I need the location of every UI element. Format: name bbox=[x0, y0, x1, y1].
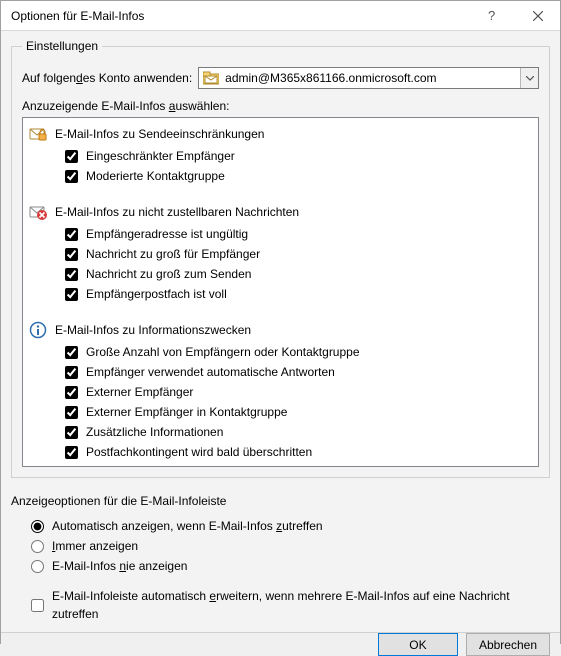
settings-group: Einstellungen Auf folgendes Konto anwend… bbox=[11, 39, 550, 478]
display-options: Anzeigeoptionen für die E-Mail-Infoleist… bbox=[11, 492, 550, 624]
svg-text:?: ? bbox=[488, 9, 495, 23]
option-checkbox[interactable] bbox=[65, 406, 78, 419]
option-label[interactable]: Eingeschränkter Empfänger bbox=[86, 147, 235, 165]
option-row: Eingeschränkter Empfänger bbox=[25, 146, 536, 166]
ok-button[interactable]: OK bbox=[378, 633, 458, 656]
option-row: Empfängeradresse ist ungültig bbox=[25, 224, 536, 244]
auto-expand-checkbox[interactable] bbox=[31, 599, 44, 612]
option-label[interactable]: Postfachkontingent wird bald überschritt… bbox=[86, 443, 312, 461]
error-icon bbox=[29, 203, 47, 221]
option-checkbox[interactable] bbox=[65, 268, 78, 281]
chevron-down-icon[interactable] bbox=[520, 68, 538, 88]
settings-legend: Einstellungen bbox=[22, 39, 102, 53]
option-label[interactable]: Nachricht zu groß zum Senden bbox=[86, 265, 251, 283]
window-title: Optionen für E-Mail-Infos bbox=[1, 9, 470, 23]
option-label[interactable]: Moderierte Kontaktgruppe bbox=[86, 167, 225, 185]
display-radio-row: E-Mail-Infos nie anzeigen bbox=[11, 556, 550, 576]
account-value: admin@M365x861166.onmicrosoft.com bbox=[223, 71, 520, 85]
option-row: Postfachkontingent wird bald überschritt… bbox=[25, 442, 536, 462]
category-row: E-Mail-Infos zu nicht zustellbaren Nachr… bbox=[25, 200, 536, 224]
account-row: Auf folgendes Konto anwenden: admin@M365… bbox=[22, 67, 539, 89]
display-radio-row: Automatisch anzeigen, wenn E-Mail-Infos … bbox=[11, 516, 550, 536]
category-row: E-Mail-Infos zu Sendeeinschränkungen bbox=[25, 122, 536, 146]
option-checkbox[interactable] bbox=[65, 346, 78, 359]
auto-expand-label[interactable]: E-Mail-Infoleiste automatisch erweitern,… bbox=[52, 587, 550, 623]
category-label: E-Mail-Infos zu Informationszwecken bbox=[55, 323, 251, 337]
option-checkbox[interactable] bbox=[65, 386, 78, 399]
dialog-footer: OK Abbrechen bbox=[1, 632, 560, 656]
display-radio[interactable] bbox=[31, 520, 44, 533]
display-heading: Anzeigeoptionen für die E-Mail-Infoleist… bbox=[11, 494, 550, 508]
option-label[interactable]: Empfänger verwendet automatische Antwort… bbox=[86, 363, 335, 381]
category-label: E-Mail-Infos zu nicht zustellbaren Nachr… bbox=[55, 205, 299, 219]
option-label[interactable]: Empfängerpostfach ist voll bbox=[86, 285, 227, 303]
option-checkbox[interactable] bbox=[65, 228, 78, 241]
lock-icon bbox=[29, 125, 47, 143]
display-radio[interactable] bbox=[31, 540, 44, 553]
mailtips-listbox[interactable]: E-Mail-Infos zu Sendeeinschränkungen Eing… bbox=[22, 117, 539, 467]
account-label: Auf folgendes Konto anwenden: bbox=[22, 71, 192, 85]
option-checkbox[interactable] bbox=[65, 248, 78, 261]
list-heading: Anzuzeigende E-Mail-Infos auswählen: bbox=[22, 99, 539, 113]
option-label[interactable]: Große Anzahl von Empfängern oder Kontakt… bbox=[86, 343, 360, 361]
option-row: Kompatibilitätshinweisbenachrichtigung bbox=[25, 462, 536, 467]
option-checkbox[interactable] bbox=[65, 466, 78, 468]
option-row: Nachricht zu groß zum Senden bbox=[25, 264, 536, 284]
auto-expand-row: E-Mail-Infoleiste automatisch erweitern,… bbox=[11, 586, 550, 624]
close-button[interactable] bbox=[515, 1, 560, 31]
option-label[interactable]: Kompatibilitätshinweisbenachrichtigung bbox=[86, 463, 295, 467]
dialog-content: Einstellungen Auf folgendes Konto anwend… bbox=[1, 31, 560, 632]
display-radio-label[interactable]: E-Mail-Infos nie anzeigen bbox=[52, 557, 187, 575]
titlebar: Optionen für E-Mail-Infos ? bbox=[1, 1, 560, 31]
info-icon bbox=[29, 321, 47, 339]
option-row: Zusätzliche Informationen bbox=[25, 422, 536, 442]
option-label[interactable]: Externer Empfänger bbox=[86, 383, 193, 401]
option-row: Externer Empfänger bbox=[25, 382, 536, 402]
display-radio-row: Immer anzeigen bbox=[11, 536, 550, 556]
option-row: Empfänger verwendet automatische Antwort… bbox=[25, 362, 536, 382]
option-checkbox[interactable] bbox=[65, 150, 78, 163]
option-checkbox[interactable] bbox=[65, 426, 78, 439]
option-label[interactable]: Externer Empfänger in Kontaktgruppe bbox=[86, 403, 287, 421]
option-label[interactable]: Zusätzliche Informationen bbox=[86, 423, 223, 441]
option-checkbox[interactable] bbox=[65, 288, 78, 301]
option-row: Moderierte Kontaktgruppe bbox=[25, 166, 536, 186]
option-label[interactable]: Nachricht zu groß für Empfänger bbox=[86, 245, 260, 263]
dialog-window: Optionen für E-Mail-Infos ? Einstellunge… bbox=[0, 0, 561, 644]
option-row: Empfängerpostfach ist voll bbox=[25, 284, 536, 304]
category-row: E-Mail-Infos zu Informationszwecken bbox=[25, 318, 536, 342]
option-label[interactable]: Empfängeradresse ist ungültig bbox=[86, 225, 248, 243]
option-checkbox[interactable] bbox=[65, 170, 78, 183]
display-radio[interactable] bbox=[31, 560, 44, 573]
option-checkbox[interactable] bbox=[65, 446, 78, 459]
account-select[interactable]: admin@M365x861166.onmicrosoft.com bbox=[198, 67, 539, 89]
option-checkbox[interactable] bbox=[65, 366, 78, 379]
display-radio-label[interactable]: Immer anzeigen bbox=[52, 537, 138, 555]
help-button[interactable]: ? bbox=[470, 1, 515, 31]
cancel-button[interactable]: Abbrechen bbox=[466, 633, 550, 656]
folder-icon bbox=[201, 68, 221, 88]
display-radio-label[interactable]: Automatisch anzeigen, wenn E-Mail-Infos … bbox=[52, 517, 323, 535]
option-row: Externer Empfänger in Kontaktgruppe bbox=[25, 402, 536, 422]
category-label: E-Mail-Infos zu Sendeeinschränkungen bbox=[55, 127, 264, 141]
option-row: Nachricht zu groß für Empfänger bbox=[25, 244, 536, 264]
option-row: Große Anzahl von Empfängern oder Kontakt… bbox=[25, 342, 536, 362]
